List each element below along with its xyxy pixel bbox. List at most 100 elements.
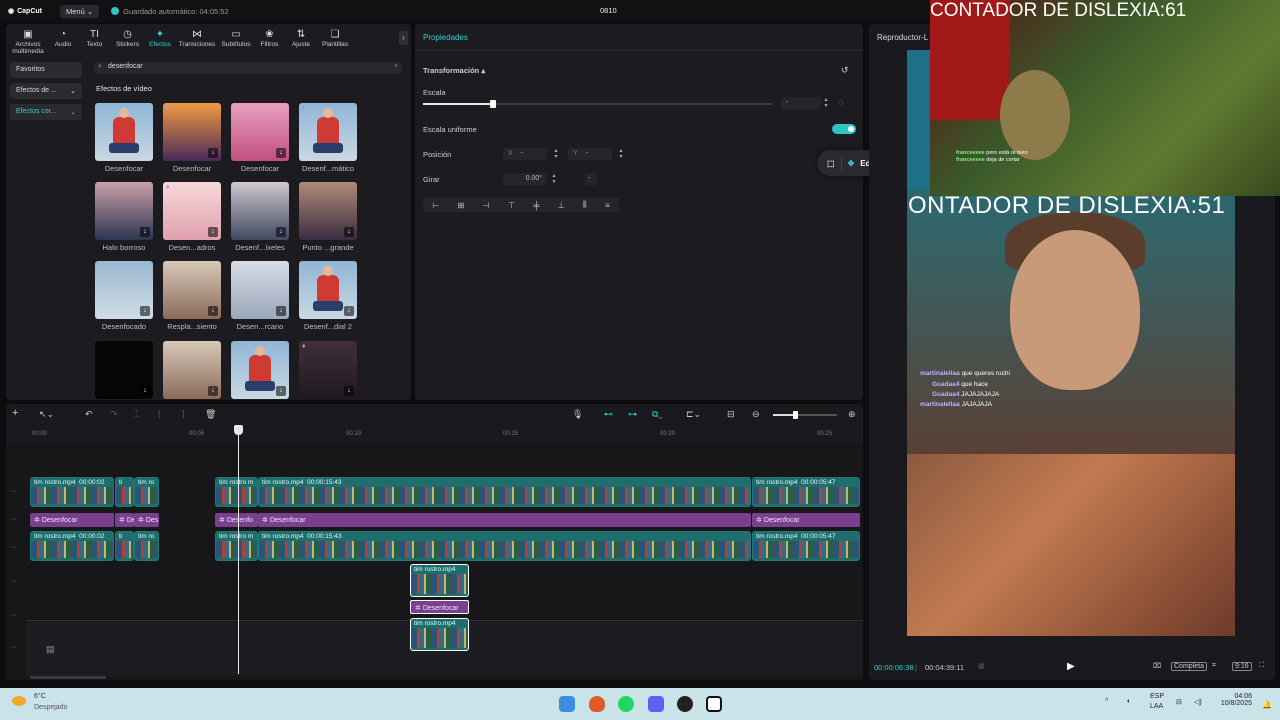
effect-clip[interactable]: ✲ Desenfocar — [752, 513, 860, 527]
effect-clip[interactable]: ✲ De — [115, 513, 134, 527]
effect-thumbnail[interactable]: ♦ ↓ — [163, 182, 221, 240]
download-icon[interactable]: ↓ — [276, 227, 286, 237]
effect-thumbnail[interactable] — [95, 103, 153, 161]
download-icon[interactable]: ↓ — [140, 386, 150, 396]
rotate-flip-field[interactable]: - — [585, 173, 597, 185]
effect-thumbnail[interactable]: ↓ — [231, 261, 289, 319]
keyframe-icon[interactable]: ◇ — [838, 98, 844, 107]
effect-clip[interactable]: ✲ Desenfocar — [30, 513, 114, 527]
download-icon[interactable]: ↓ — [276, 386, 286, 396]
track-options-icon[interactable]: ··· — [10, 612, 17, 619]
add-track-icon[interactable]: + — [12, 407, 18, 419]
clear-search-icon[interactable]: × — [394, 63, 398, 70]
playhead[interactable] — [238, 426, 239, 674]
effect-thumbnail[interactable]: ♦ ↓ — [299, 341, 357, 399]
dragged-effect-clip[interactable]: ✲ Desenfocar — [410, 600, 469, 614]
download-icon[interactable]: ↓ — [344, 306, 354, 316]
volume-icon[interactable]: ◁) — [1194, 698, 1202, 706]
track-options-icon[interactable]: ··· — [10, 488, 17, 495]
track-options-icon[interactable]: ··· — [10, 578, 17, 585]
track-options-icon[interactable]: ··· — [10, 644, 17, 651]
effect-thumbnail[interactable]: ↓ — [231, 341, 289, 399]
delete-icon[interactable]: 🗑 — [205, 409, 216, 420]
download-icon[interactable]: ↓ — [208, 227, 218, 237]
position-y-field[interactable]: Y - — [568, 148, 612, 160]
download-icon[interactable]: ↓ — [208, 306, 218, 316]
language-indicator[interactable]: ESP — [1150, 693, 1164, 700]
effect-thumbnail[interactable]: ↓ — [163, 261, 221, 319]
effect-clip[interactable]: ✲ Desenfo — [215, 513, 258, 527]
track-options-icon[interactable]: ··· — [10, 544, 17, 551]
track-options-icon[interactable]: ··· — [10, 516, 17, 523]
download-icon[interactable]: ↓ — [208, 148, 218, 158]
undo-icon[interactable]: ↶ — [85, 409, 93, 420]
zoom-slider-handle[interactable] — [793, 411, 798, 419]
download-icon[interactable]: ↓ — [140, 227, 150, 237]
dragged-video-clip[interactable]: tim rostro.mp4 — [410, 618, 469, 651]
brave-browser-icon[interactable] — [589, 696, 605, 712]
align-top-icon[interactable]: ⊤ — [508, 201, 515, 210]
position-x-stepper[interactable]: ▴ ▾ — [552, 148, 560, 160]
video-clip[interactable]: ti — [115, 531, 134, 561]
preview-axis-icon[interactable]: ⊏⌄ — [686, 409, 701, 420]
uniform-scale-toggle[interactable] — [832, 124, 856, 134]
tool-transitions[interactable]: ⋈ Transiciones — [176, 27, 218, 52]
timeline-grid-icon[interactable]: ▦ — [978, 662, 985, 670]
taskbar-clock[interactable]: 04:06 10/8/2025 — [1212, 693, 1252, 707]
playhead-handle[interactable] — [234, 425, 243, 435]
main-track-magnet-icon[interactable]: ⊷ — [604, 409, 613, 420]
obs-icon[interactable] — [677, 696, 693, 712]
dragged-video-clip[interactable]: tim rostro.mp4 — [410, 564, 469, 597]
align-bottom-icon[interactable]: ⊥ — [558, 201, 565, 210]
effect-thumbnail[interactable]: ↓ — [299, 182, 357, 240]
effect-clip[interactable]: ✲ Desenfocar — [258, 513, 751, 527]
align-right-icon[interactable]: ⊣ — [483, 201, 490, 210]
align-left-icon[interactable]: ⊢ — [432, 201, 439, 210]
mic-tray-icon[interactable]: ◖ — [1126, 698, 1130, 705]
video-clip[interactable]: tim rostro.mp4 00:00:05:47 — [752, 477, 860, 507]
download-icon[interactable]: ↓ — [208, 386, 218, 396]
download-icon[interactable]: ↓ — [344, 386, 354, 396]
spotify-icon[interactable] — [618, 696, 634, 712]
video-clip[interactable]: tim rostro.mp4 00:00:15:43 — [258, 531, 751, 561]
video-clip[interactable]: tim rostro.mp4 00:00:02 — [30, 477, 114, 507]
microphone-icon[interactable]: 🎙 — [572, 409, 583, 420]
fullscreen-icon[interactable]: ⛶ — [1259, 662, 1264, 670]
download-icon[interactable]: ↓ — [276, 148, 286, 158]
effect-thumbnail[interactable]: ↓ — [95, 261, 153, 319]
windows-start-icon[interactable] — [559, 696, 575, 712]
effect-thumbnail[interactable]: ♦ ↓ — [163, 103, 221, 161]
menu-button[interactable]: Menú ⌄ — [60, 4, 100, 18]
caption-icon[interactable]: ⊟ — [727, 409, 735, 420]
zoom-out-icon[interactable]: ⊖ — [752, 409, 760, 420]
effect-thumbnail[interactable]: ↓ — [231, 103, 289, 161]
video-clip[interactable]: tim rostro.mp4 00:00:15:43 — [258, 477, 751, 507]
category-body-effects[interactable]: Efectos cor... ⌄ — [10, 104, 82, 120]
snapshot-icon[interactable]: ⌗ — [1212, 662, 1216, 670]
tool-effects[interactable]: ✦ Efectos — [144, 27, 176, 52]
tool-text[interactable]: TI Texto — [78, 27, 111, 52]
distribute-v-icon[interactable]: ≡ — [605, 201, 610, 210]
tool-adjust[interactable]: ⇅ Ajuste — [285, 27, 317, 52]
toolbar-more-button[interactable]: › — [399, 31, 408, 45]
effect-thumbnail[interactable]: ↓ — [163, 341, 221, 399]
tool-media[interactable]: ▣ Archivos multimedia — [8, 27, 48, 55]
scale-slider-handle[interactable] — [490, 100, 496, 108]
tool-filters[interactable]: ❀ Filtros — [254, 27, 285, 52]
aspect-ratio-button[interactable]: 9:16 — [1232, 662, 1252, 671]
video-clip[interactable]: tim rostro m — [215, 477, 258, 507]
tool-templates[interactable]: ❏ Plantillas — [317, 27, 353, 52]
chevron-up-icon[interactable]: ^ — [1105, 698, 1108, 705]
effect-clip[interactable]: ✲ Des — [134, 513, 159, 527]
network-icon[interactable]: ⊟ — [1176, 698, 1182, 706]
rotate-stepper[interactable]: ▴ ▾ — [550, 173, 558, 185]
align-center-h-icon[interactable]: ⊞ — [458, 201, 465, 210]
timeline-scrollbar[interactable] — [30, 676, 106, 679]
reset-icon[interactable]: ↺ — [841, 65, 849, 76]
video-clip[interactable]: tim ro — [134, 531, 159, 561]
zoom-in-icon[interactable]: ⊕ — [848, 409, 856, 420]
video-clip[interactable]: tim rostro.mp4 00:00:02 — [30, 531, 114, 561]
tool-stickers[interactable]: ◷ Stickers — [111, 27, 144, 52]
play-icon[interactable]: ▶ — [1067, 661, 1075, 672]
video-clip[interactable]: tim rostro.mp4 00:00:05:47 — [752, 531, 860, 561]
